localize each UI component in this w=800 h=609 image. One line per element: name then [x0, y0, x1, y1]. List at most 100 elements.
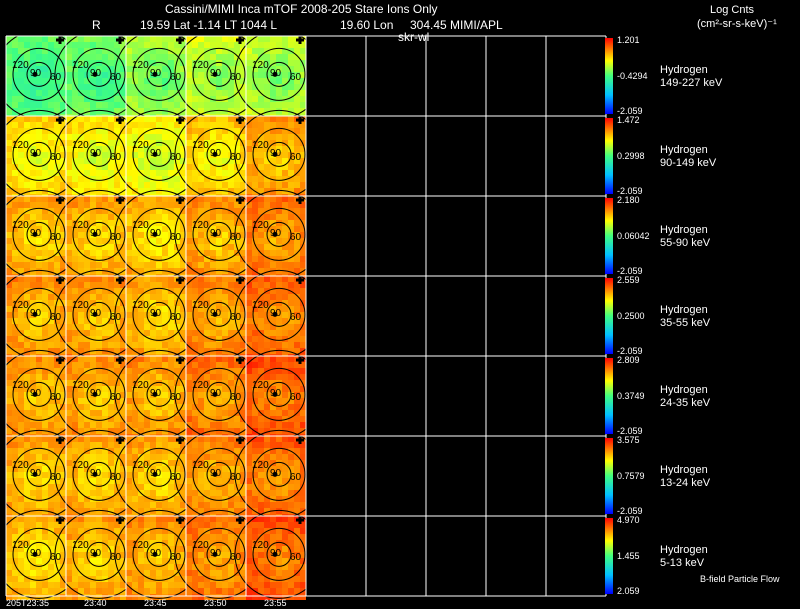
contour-label: 120 [252, 460, 269, 471]
contour-label: 120 [252, 220, 269, 231]
colorbar-max-label: 2.559 [617, 275, 640, 285]
contour-label: 90 [150, 228, 162, 239]
colorbar-max-label: 2.809 [617, 355, 640, 365]
contour-label: 120 [72, 220, 89, 231]
contour-label: 90 [210, 148, 222, 159]
energy-label: 5-13 keV [660, 557, 705, 569]
contour-label: 120 [72, 540, 89, 551]
heatmap-panel: 12090 60 [234, 109, 324, 200]
contour-label: 90 [150, 548, 162, 559]
species-label: Hydrogen [660, 544, 708, 556]
contour-label: 90 [30, 228, 42, 239]
contour-label: 90 [270, 548, 282, 559]
contour-label: 120 [72, 60, 89, 71]
contour-label: 90 [30, 308, 42, 319]
energy-label: 90-149 keV [660, 157, 717, 169]
contour-label: 120 [252, 140, 269, 151]
contour-label: 120 [132, 60, 149, 71]
colorbar [605, 118, 613, 194]
colorbar-max-label: 1.472 [617, 115, 640, 125]
contour-label: 90 [30, 548, 42, 559]
contour-label: 90 [150, 468, 162, 479]
heatmap-panel: 12090 60 [234, 349, 324, 440]
contour-label: 90 [270, 148, 282, 159]
colorbar [605, 358, 613, 434]
contour-label: 60 [290, 232, 302, 243]
species-label: Hydrogen [660, 224, 708, 236]
colorbar-mid-label: 1.455 [617, 551, 640, 561]
contour-label: 120 [72, 140, 89, 151]
time-tick-label: 23:55 [264, 598, 287, 608]
contour-label: 90 [30, 388, 42, 399]
footer-note: B-field Particle Flow [700, 574, 780, 584]
contour-label: 90 [30, 68, 42, 79]
energy-label: 13-24 keV [660, 477, 711, 489]
contour-label: 90 [270, 308, 282, 319]
colorbar-mid-label: 0.2500 [617, 311, 645, 321]
contour-label: 90 [150, 68, 162, 79]
contour-label: 120 [12, 300, 29, 311]
time-tick-label: 205T23:35 [6, 598, 50, 608]
heatmap-panel: 12090 60 [234, 29, 324, 120]
colorbar-max-label: 2.180 [617, 195, 640, 205]
contour-label: 90 [150, 388, 162, 399]
colorbar [605, 278, 613, 354]
heatmap-panel: 12090 60 [234, 429, 324, 520]
contour-label: 120 [192, 220, 209, 231]
contour-label: 120 [12, 140, 29, 151]
colorbar-mid-label: 0.3749 [617, 391, 645, 401]
contour-label: 120 [132, 540, 149, 551]
colorbar-max-label: 3.575 [617, 435, 640, 445]
species-label: Hydrogen [660, 64, 708, 76]
contour-label: 90 [90, 148, 102, 159]
colorbar-max-label: 1.201 [617, 35, 640, 45]
colorbar-mid-label: 0.7579 [617, 471, 645, 481]
contour-label: 120 [192, 60, 209, 71]
contour-label: 90 [210, 308, 222, 319]
contour-label: 120 [132, 300, 149, 311]
contour-label: 120 [192, 460, 209, 471]
species-label: Hydrogen [660, 304, 708, 316]
contour-label: 120 [72, 380, 89, 391]
contour-label: 120 [192, 140, 209, 151]
contour-label: 90 [210, 468, 222, 479]
heatmap-panel: 12090 60 [234, 189, 324, 280]
species-label: Hydrogen [660, 144, 708, 156]
contour-label: 120 [252, 540, 269, 551]
contour-label: 120 [132, 140, 149, 151]
contour-label: 90 [90, 308, 102, 319]
contour-label: 60 [290, 152, 302, 163]
contour-label: 120 [12, 60, 29, 71]
energy-label: 149-227 keV [660, 77, 723, 89]
contour-label: 60 [290, 472, 302, 483]
contour-label: 90 [30, 148, 42, 159]
contour-label: 90 [270, 468, 282, 479]
contour-label: 90 [210, 388, 222, 399]
colorbar-min-label: 2.059 [617, 586, 640, 596]
contour-label: 90 [90, 68, 102, 79]
contour-label: 120 [132, 380, 149, 391]
contour-label: 90 [210, 228, 222, 239]
contour-label: 90 [150, 308, 162, 319]
contour-label: 120 [12, 380, 29, 391]
contour-label: 120 [12, 220, 29, 231]
colorbar-mid-label: 0.06042 [617, 231, 650, 241]
colorbar [605, 38, 613, 114]
contour-label: 120 [72, 460, 89, 471]
contour-label: 120 [192, 380, 209, 391]
contour-label: 90 [30, 468, 42, 479]
heatmap-panel: 12090 60 [234, 269, 324, 360]
colorbar-mid-label: 0.2998 [617, 151, 645, 161]
contour-label: 90 [150, 148, 162, 159]
contour-label: 120 [252, 380, 269, 391]
contour-label: 120 [72, 300, 89, 311]
contour-label: 60 [290, 72, 302, 83]
contour-label: 60 [290, 392, 302, 403]
energy-label: 55-90 keV [660, 237, 711, 249]
colorbar-max-label: 4.970 [617, 515, 640, 525]
heatmap-panel: 12090 60 [234, 509, 324, 600]
species-label: Hydrogen [660, 384, 708, 396]
species-label: Hydrogen [660, 464, 708, 476]
contour-label: 90 [90, 388, 102, 399]
contour-label: 90 [90, 228, 102, 239]
